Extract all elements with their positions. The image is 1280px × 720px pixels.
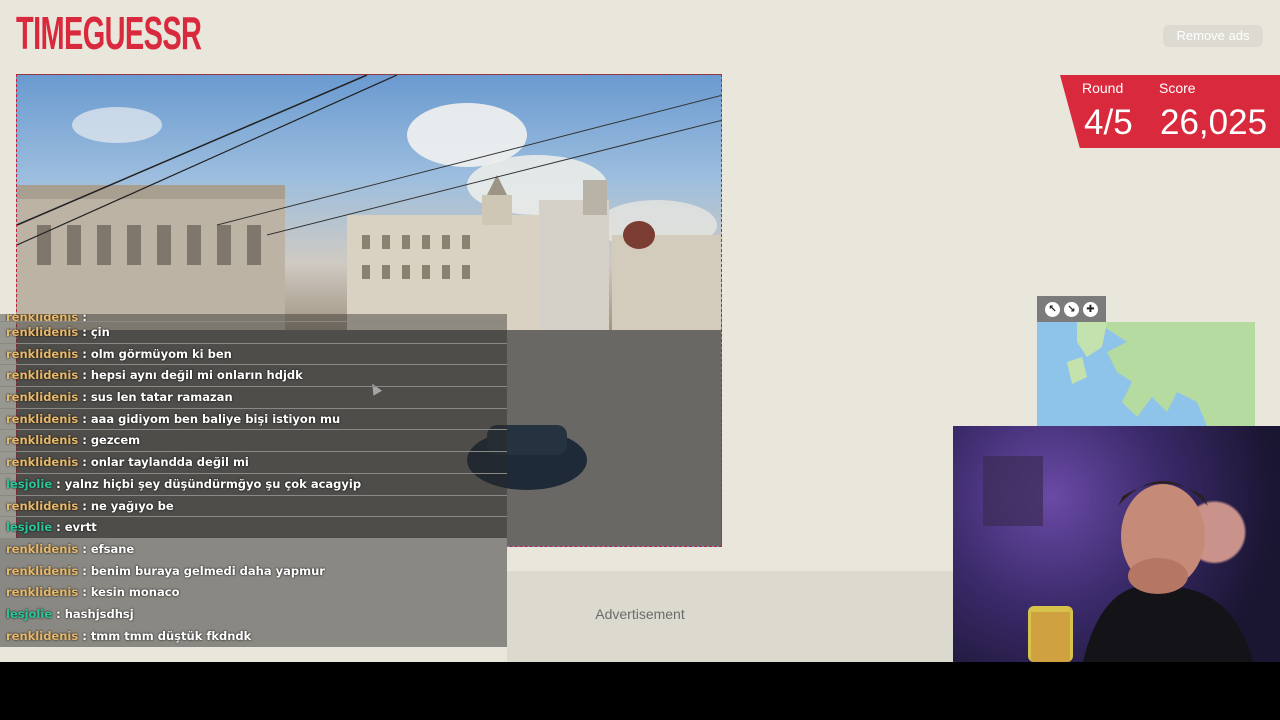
chat-separator: : [78,585,91,600]
chat-message: lesjolie : hashjsdhsj [0,603,507,626]
chat-message: renklidenis : sus len tatar ramazan [0,387,507,409]
chat-separator: : [78,498,91,513]
chat-username: renklidenis [6,541,79,556]
chat-username: renklidenis [6,325,79,339]
chat-username: renklidenis [6,628,79,643]
chat-message: renklidenis : hepsi aynı değil mi onları… [0,365,507,388]
remove-ads-button[interactable]: Remove ads [1163,25,1263,47]
chat-username: lesjolie [6,476,53,491]
chat-username: lesjolie [6,606,53,621]
chat-separator: : [52,606,65,621]
score-label: Score [1159,80,1196,96]
chat-message: renklidenis : aaa gidiyom ben baliye biş… [0,408,507,431]
advertisement-label: Advertisement [595,606,685,622]
expand-down-right-icon[interactable]: ↘ [1064,301,1079,317]
chat-message: renklidenis : [0,314,507,322]
chat-text: hepsi aynı değil mi onların hdjdk [90,368,303,383]
chat-text: efsane [90,541,135,556]
chat-separator: : [52,476,65,491]
chat-separator: : [52,520,65,535]
chat-username: renklidenis [6,585,79,600]
chat-overlay: renklidenis : renklidenis : çin renkliden… [0,314,507,651]
chat-message: renklidenis : gezcem [0,430,507,453]
chat-text: tmm tmm düştük fkdndk [90,628,252,643]
chat-message: renklidenis : efsane [0,538,507,561]
chat-text: ne yağıyo be [90,498,174,513]
chat-separator: : [78,368,91,383]
chat-text: benim buraya gelmedi daha yapmur [90,563,325,578]
chat-message: renklidenis : onlar taylandda değil mi [0,452,507,474]
chat-separator: : [78,314,87,322]
chat-message: renklidenis : tmm tmm düştük fkdndk [0,625,507,648]
chat-text: gezcem [90,433,141,448]
chat-message: lesjolie : yalnz hiçbi şey düşündürmğyo … [0,473,507,496]
chat-text: çin [90,325,110,339]
round-value: 4/5 [1084,103,1133,142]
chat-username: lesjolie [6,520,53,535]
advertisement-box: Advertisement [507,571,953,662]
chat-text: olm görmüyom ki ben [90,346,232,361]
chat-separator: : [78,390,91,405]
chat-separator: : [78,563,91,578]
chat-message: renklidenis : olm görmüyom ki ben [0,343,507,366]
webcam-overlay [953,426,1280,662]
map-controls: ↖ ↘ ✚ [1037,296,1106,322]
chat-separator: : [78,455,91,470]
chat-username: renklidenis [6,498,79,513]
chat-message: renklidenis : benim buraya gelmedi daha … [0,560,507,583]
logo[interactable]: TIMEGUESSR [16,6,202,60]
chat-separator: : [78,325,91,339]
chat-username: renklidenis [6,411,79,426]
chat-username: renklidenis [6,563,79,578]
bottom-letterbox [0,662,1280,720]
chat-separator: : [78,628,91,643]
chat-username: renklidenis [6,368,79,383]
chat-separator: : [78,346,91,361]
chat-username: renklidenis [6,346,79,361]
chat-text: kesin monaco [90,585,180,600]
round-score-panel: Round Score 4/5 26,025 [1060,75,1280,148]
chat-text: onlar taylandda değil mi [90,455,249,470]
expand-up-left-icon[interactable]: ↖ [1045,301,1060,317]
chat-username: renklidenis [6,390,79,405]
round-label: Round [1082,80,1124,96]
chat-message: renklidenis : çin [0,322,507,344]
chat-message: renklidenis : ne yağıyo be [0,495,507,518]
chat-message: renklidenis : kesin monaco [0,582,507,604]
chat-text: evrtt [64,520,97,535]
chat-text: yalnz hiçbi şey düşündürmğyo şu çok acag… [64,476,362,491]
chat-username: renklidenis [6,455,79,470]
pin-icon[interactable]: ✚ [1083,301,1098,317]
chat-separator: : [78,433,91,448]
chat-separator: : [78,411,91,426]
chat-username: renklidenis [6,433,79,448]
score-value: 26,025 [1160,103,1268,142]
chat-text: sus len tatar ramazan [90,390,233,405]
chat-message: lesjolie : evrtt [0,517,507,539]
guess-map[interactable] [1037,322,1255,426]
chat-text: aaa gidiyom ben baliye bişi istiyon mu [90,411,341,426]
chat-username: renklidenis [6,314,79,322]
chat-text: hashjsdhsj [64,606,134,621]
chat-separator: : [78,541,91,556]
